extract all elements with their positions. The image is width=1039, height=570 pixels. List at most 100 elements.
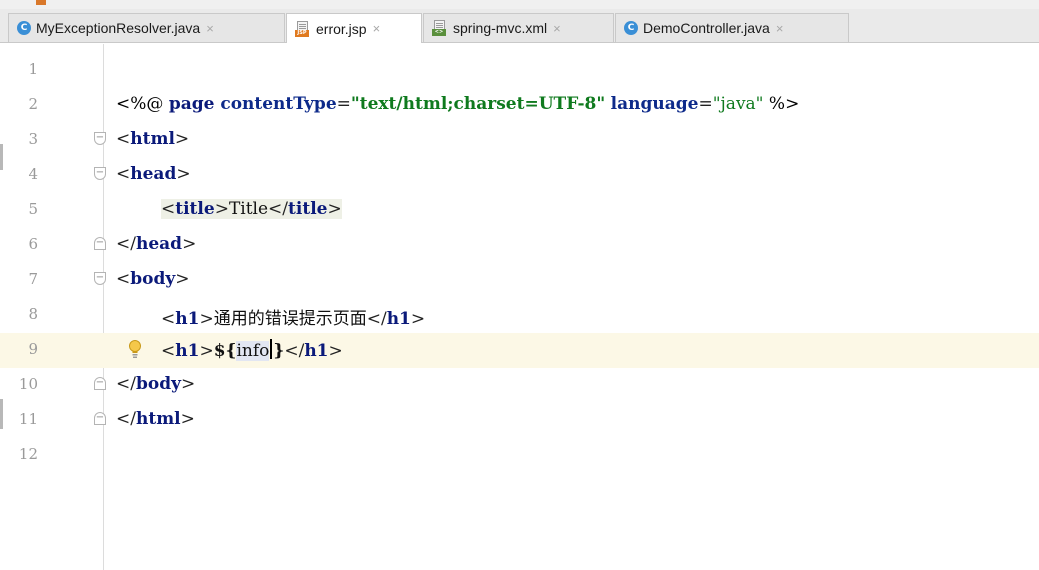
- line-number: 7: [28, 270, 38, 288]
- code-text: </head>: [116, 234, 196, 254]
- tag-bracket: >: [175, 269, 190, 289]
- tag-name: title: [288, 199, 328, 219]
- attribute-name: language: [610, 94, 699, 114]
- line-number: 9: [28, 340, 38, 358]
- code-text: <h1>${info}</h1>: [116, 339, 343, 361]
- code-line: 2 <%@ page contentType="text/html;charse…: [0, 88, 1039, 123]
- tab-label: DemoController.java: [643, 20, 770, 36]
- tab-democontroller[interactable]: C DemoController.java ×: [615, 13, 849, 42]
- jsp-directive-open: <%@: [116, 94, 169, 114]
- tag-bracket: <: [161, 199, 176, 219]
- tag-name: head: [135, 234, 183, 254]
- tag-bracket: >: [327, 199, 342, 219]
- close-icon[interactable]: ×: [373, 21, 381, 36]
- tag-bracket: <: [161, 309, 176, 329]
- el-expression-open: ${: [213, 341, 237, 361]
- tag-name: h1: [386, 309, 411, 329]
- code-line: 11 − </html>: [0, 403, 1039, 438]
- line-number: 12: [18, 445, 38, 463]
- tag-bracket: </: [116, 409, 136, 429]
- tag-bracket: </: [366, 309, 387, 329]
- code-text: <%@ page contentType="text/html;charset=…: [116, 94, 799, 114]
- code-line: 10 − </body>: [0, 368, 1039, 403]
- code-text: <body>: [116, 269, 190, 289]
- equals-sign: =: [336, 94, 351, 114]
- tag-bracket: <: [116, 129, 131, 149]
- tab-label: spring-mvc.xml: [453, 20, 548, 36]
- tab-myexceptionresolver[interactable]: C MyExceptionResolver.java ×: [8, 13, 285, 42]
- tag-bracket: >: [199, 341, 214, 361]
- line-number: 5: [28, 200, 38, 218]
- tag-name: h1: [175, 309, 200, 329]
- code-line: 6 − </head>: [0, 228, 1039, 263]
- jsp-file-icon: [36, 0, 46, 5]
- fold-end-icon[interactable]: −: [94, 237, 106, 250]
- tag-bracket: >: [214, 199, 229, 219]
- fold-end-icon[interactable]: −: [94, 412, 106, 425]
- line-number: 3: [28, 130, 38, 148]
- tag-bracket: <: [116, 164, 131, 184]
- directive-name: page: [168, 94, 221, 114]
- tab-spring-mvc-xml[interactable]: <> spring-mvc.xml ×: [423, 13, 614, 42]
- code-line: 3 − <html>: [0, 123, 1039, 158]
- element-text: Title: [228, 199, 269, 219]
- tag-name: head: [130, 164, 177, 184]
- code-line: 7 − <body>: [0, 263, 1039, 298]
- tag-bracket: >: [199, 309, 214, 329]
- tag-bracket: <: [116, 269, 131, 289]
- breadcrumb: [0, 0, 1039, 9]
- tag-name: html: [135, 409, 181, 429]
- tag-bracket: >: [180, 409, 195, 429]
- tag-name: body: [135, 374, 181, 394]
- tag-bracket: </: [268, 199, 289, 219]
- code-line: 8 <h1>通用的错误提示页面</h1>: [0, 298, 1039, 333]
- code-text: <h1>通用的错误提示页面</h1>: [116, 304, 425, 329]
- code-line: 1: [0, 53, 1039, 88]
- tag-bracket: <: [161, 341, 176, 361]
- line-number: 1: [28, 60, 38, 78]
- code-line: 4 − <head>: [0, 158, 1039, 193]
- el-variable: info: [236, 341, 270, 361]
- tag-bracket: >: [180, 374, 196, 394]
- xml-file-icon: <>: [432, 20, 448, 36]
- code-text: <html>: [116, 129, 189, 149]
- code-text: <head>: [116, 164, 191, 184]
- attribute-value: "text/html;charset=UTF-8": [350, 94, 606, 114]
- fold-toggle-icon[interactable]: −: [94, 132, 106, 145]
- tag-bracket: >: [176, 164, 191, 184]
- line-number: 6: [28, 235, 38, 253]
- code-editor[interactable]: 1 2 <%@ page contentType="text/html;char…: [0, 44, 1039, 570]
- attribute-name: contentType: [220, 94, 337, 114]
- line-number: 4: [28, 165, 38, 183]
- close-icon[interactable]: ×: [553, 21, 561, 36]
- line-number: 8: [28, 305, 38, 323]
- tag-name: title: [175, 199, 215, 219]
- tab-error-jsp[interactable]: JSP error.jsp ×: [286, 13, 422, 43]
- fold-end-icon[interactable]: −: [94, 377, 106, 390]
- java-class-icon: C: [17, 21, 31, 35]
- attribute-value: "java": [712, 94, 764, 114]
- java-class-icon: C: [624, 21, 638, 35]
- equals-sign: =: [698, 94, 713, 114]
- editor-tab-bar: C MyExceptionResolver.java × JSP error.j…: [0, 9, 1039, 43]
- code-line: 5 <title>Title</title>: [0, 193, 1039, 228]
- tag-name: h1: [304, 341, 329, 361]
- tag-name: html: [130, 129, 175, 149]
- jsp-directive-close: %>: [763, 94, 800, 114]
- fold-toggle-icon[interactable]: −: [94, 167, 106, 180]
- tag-bracket: </: [284, 341, 305, 361]
- tag-name: h1: [175, 341, 200, 361]
- tag-bracket: </: [116, 374, 136, 394]
- tab-label: MyExceptionResolver.java: [36, 20, 201, 36]
- code-text: </body>: [116, 374, 195, 394]
- code-line-current: 9 <h1>${info}</h1>: [0, 333, 1039, 368]
- tag-bracket: >: [328, 341, 343, 361]
- jsp-file-icon: JSP: [295, 20, 311, 37]
- tab-label: error.jsp: [316, 20, 367, 37]
- close-icon[interactable]: ×: [776, 21, 784, 36]
- close-icon[interactable]: ×: [206, 21, 214, 36]
- el-expression-close: }: [273, 341, 285, 361]
- tag-bracket: >: [182, 234, 197, 254]
- tag-bracket: >: [410, 309, 426, 329]
- fold-toggle-icon[interactable]: −: [94, 272, 106, 285]
